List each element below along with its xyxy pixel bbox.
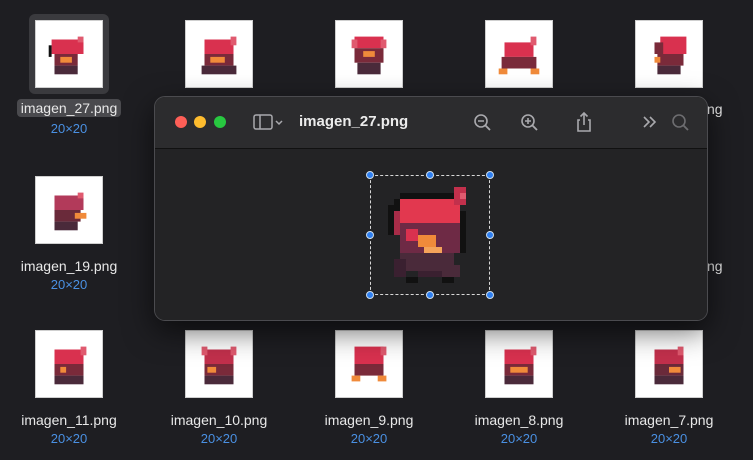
sprite-thumbnail [654, 36, 687, 75]
thumbnail-imagen-10[interactable] [185, 330, 253, 398]
sprite-thumbnail [201, 36, 237, 75]
resize-handle-bottom-left[interactable] [366, 291, 374, 299]
zoom-button[interactable] [214, 116, 226, 128]
thumbnail-imagen-19[interactable] [35, 176, 103, 244]
file-size: 20×20 [200, 431, 238, 446]
search-button[interactable] [669, 111, 691, 133]
thumbnail-imagen-9[interactable] [335, 330, 403, 398]
sprite-thumbnail [54, 192, 87, 231]
thumbnail-row1-2[interactable] [185, 20, 253, 88]
preview-window: imagen_27.png [154, 96, 708, 321]
sprite-thumbnail [54, 346, 87, 385]
sprite-thumbnail [48, 36, 84, 75]
file-name: imagen_10.png [170, 412, 268, 428]
file-name-partial: ng [707, 101, 723, 117]
file-name: imagen_19.png [20, 258, 118, 274]
resize-handle-top-left[interactable] [366, 171, 374, 179]
file-size: 20×20 [50, 121, 88, 136]
share-button[interactable] [573, 111, 595, 133]
file-name-partial: ng [707, 258, 723, 274]
sprite-thumbnail [504, 346, 537, 385]
resize-handle-bottom[interactable] [426, 291, 434, 299]
resize-handle-bottom-right[interactable] [486, 291, 494, 299]
file-size: 20×20 [350, 431, 388, 446]
zoom-in-button[interactable] [518, 111, 540, 133]
zoom-in-icon [521, 114, 538, 131]
file-size: 20×20 [650, 431, 688, 446]
file-size: 20×20 [50, 277, 88, 292]
resize-handle-left[interactable] [366, 231, 374, 239]
sprite-thumbnail [351, 346, 387, 382]
thumbnail-row1-5[interactable] [635, 20, 703, 88]
window-titlebar[interactable]: imagen_27.png [155, 97, 707, 149]
file-name: imagen_9.png [324, 412, 414, 428]
minimize-button[interactable] [194, 116, 206, 128]
thumbnail-row1-4[interactable] [485, 20, 553, 88]
sprite-thumbnail [498, 36, 540, 75]
file-name: imagen_11.png [21, 412, 117, 428]
zoom-out-icon [474, 114, 491, 131]
search-icon [672, 114, 689, 131]
file-name: imagen_7.png [624, 412, 714, 428]
zoom-out-button[interactable] [471, 111, 493, 133]
sidebar-toggle-button[interactable] [251, 111, 287, 133]
sidebar-toggle-icon [253, 114, 283, 130]
file-size: 20×20 [500, 431, 538, 446]
thumbnail-row1-3[interactable] [335, 20, 403, 88]
more-button[interactable] [639, 111, 661, 133]
window-title: imagen_27.png [299, 113, 409, 130]
thumbnail-imagen-27[interactable] [35, 20, 103, 88]
sprite-thumbnail [201, 346, 237, 385]
image-canvas[interactable] [155, 149, 707, 320]
resize-handle-right[interactable] [486, 231, 494, 239]
thumbnail-imagen-7[interactable] [635, 330, 703, 398]
share-icon [577, 111, 591, 132]
thumbnail-imagen-11[interactable] [35, 330, 103, 398]
sprite-thumbnail [654, 346, 684, 385]
thumbnail-imagen-8[interactable] [485, 330, 553, 398]
file-name: imagen_27.png [16, 99, 122, 117]
file-size: 20×20 [50, 431, 88, 446]
close-button[interactable] [175, 116, 187, 128]
resize-handle-top-right[interactable] [486, 171, 494, 179]
resize-handle-top[interactable] [426, 171, 434, 179]
file-name: imagen_8.png [474, 412, 564, 428]
selection-rectangle[interactable] [370, 175, 490, 295]
more-icon [643, 116, 657, 128]
sprite-thumbnail [351, 36, 387, 75]
